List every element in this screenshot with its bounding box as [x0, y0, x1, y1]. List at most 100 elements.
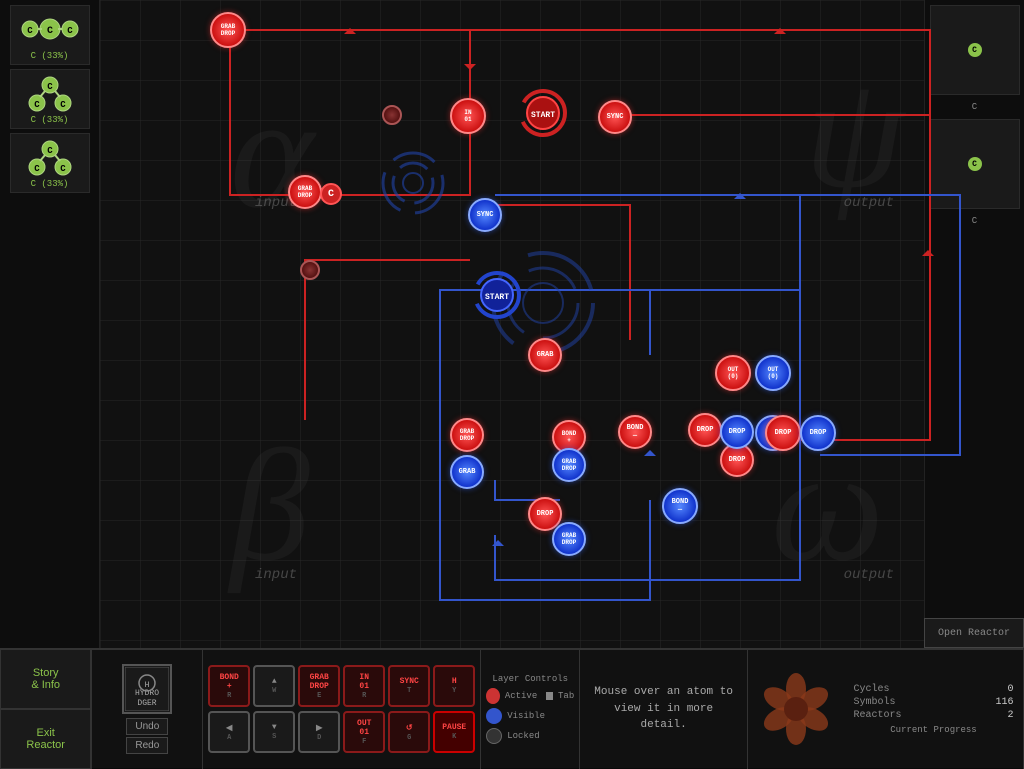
tool-sync[interactable]: SYNCT [388, 665, 430, 707]
tool-in-01[interactable]: IN01R [343, 665, 385, 707]
svg-text:C: C [47, 82, 53, 92]
left-control-panel: Story& Info ExitReactor [0, 649, 92, 769]
node-sensor-2[interactable] [300, 260, 320, 280]
tool-h[interactable]: HY [433, 665, 475, 707]
svg-text:C: C [60, 164, 66, 174]
reactors-label: Reactors [854, 710, 902, 721]
exit-reactor-button[interactable]: ExitReactor [0, 709, 91, 769]
cycles-label: Cycles [854, 684, 890, 695]
layer-controls-title: Layer Controls [492, 674, 568, 684]
stat-symbols: Symbols 116 [854, 697, 1014, 708]
tool-nav-up[interactable]: ▲W [253, 665, 295, 707]
node-grab-blue[interactable]: GRAB [450, 455, 484, 489]
molecule-label-2: C (33%) [31, 115, 69, 125]
output-label-top: C [925, 100, 1024, 114]
layer-row-active: Active Tab [486, 688, 574, 704]
layer-dot-blue [486, 708, 502, 724]
svg-text:C: C [46, 26, 52, 37]
tool-nav-right[interactable]: ▶D [298, 711, 340, 753]
symbols-value: 116 [995, 697, 1013, 708]
svg-text:C: C [34, 164, 40, 174]
open-reactor-button[interactable]: Open Reactor [924, 618, 1024, 648]
reactor-flower-icon [756, 669, 836, 749]
svg-text:C: C [60, 100, 66, 110]
layer-row-visible: Visible [486, 708, 574, 724]
alpha-watermark: α [230, 60, 314, 245]
output-preview-bottom[interactable]: C [930, 119, 1020, 209]
layer-visible-label: Visible [507, 711, 545, 721]
molecule-preview-3[interactable]: C C C C (33%) [10, 133, 90, 193]
layer-dot-red [486, 688, 500, 704]
node-drop-far-right[interactable]: DROP [765, 415, 801, 451]
hydrodger-panel: HYDRO DGER H Undo Redo [92, 649, 203, 769]
cycles-value: 0 [1007, 684, 1013, 695]
tool-nav-left[interactable]: ◀A [208, 711, 250, 753]
svg-text:START: START [531, 111, 555, 120]
layer-tab-indicator [546, 692, 553, 700]
node-sync-blue-1[interactable]: SYNC [468, 198, 502, 232]
node-start-blue[interactable]: START [472, 270, 522, 325]
omega-output-label: output [844, 567, 894, 583]
node-sensor-1[interactable] [382, 105, 402, 125]
node-start-red[interactable]: START [518, 88, 568, 143]
stat-cycles: Cycles 0 [854, 684, 1014, 695]
svg-text:C: C [34, 100, 40, 110]
layer-row-locked: Locked [486, 728, 574, 744]
layer-active-label: Active [505, 691, 537, 701]
atom-c-red: C [320, 183, 342, 205]
node-in-01-red[interactable]: IN01 [450, 98, 486, 134]
undo-button[interactable]: Undo [126, 718, 168, 735]
svg-text:DGER: DGER [138, 699, 157, 708]
svg-text:C: C [47, 146, 53, 156]
current-progress-label: Current Progress [890, 725, 976, 735]
node-grab-drop-3[interactable]: GRABDROP [450, 418, 484, 452]
psi-output-label: output [844, 195, 894, 211]
node-sync-red[interactable]: SYNC [598, 100, 632, 134]
tool-bond-plus[interactable]: BOND+R [208, 665, 250, 707]
symbols-label: Symbols [854, 697, 896, 708]
layer-tab-label: Tab [558, 691, 574, 701]
beta-input-label: input [255, 567, 297, 583]
svg-text:START: START [485, 293, 509, 302]
molecule-preview-2[interactable]: C C C C (33%) [10, 69, 90, 129]
molecule-sidebar: C C C C (33%) C C C C (33%) C C [0, 0, 100, 648]
tool-row-top: BOND+R ▲W GRABDROPE IN01R SYNCT HY [208, 665, 475, 707]
node-bond-blue[interactable]: BOND— [662, 488, 698, 524]
molecule-preview-1[interactable]: C C C C (33%) [10, 5, 90, 65]
svg-text:H: H [145, 681, 150, 690]
node-out-red-1[interactable]: OUT(0) [715, 355, 751, 391]
tool-rotate[interactable]: ↺G [388, 711, 430, 753]
layer-dot-locked [486, 728, 502, 744]
node-grab-drop-blue[interactable]: GRABDROP [552, 448, 586, 482]
node-drop-blue-far[interactable]: DROP [800, 415, 836, 451]
svg-text:C: C [67, 26, 73, 36]
tool-button-panel: BOND+R ▲W GRABDROPE IN01R SYNCT HY ◀A ▼S… [203, 649, 480, 769]
layer-locked-label: Locked [507, 731, 539, 741]
node-grab-drop-blue-2[interactable]: GRABDROP [552, 522, 586, 556]
node-drop-right-1[interactable]: DROP [688, 413, 722, 447]
tool-row-bottom: ◀A ▼S ▶D OUT01F ↺G PAUSEK [208, 711, 475, 753]
node-bond-minus[interactable]: BOND— [618, 415, 652, 449]
tool-grab-drop[interactable]: GRABDROPE [298, 665, 340, 707]
node-drop-blue[interactable]: DROP [720, 415, 754, 449]
undo-redo-panel: Undo Redo [126, 718, 168, 754]
layer-controls-panel: Layer Controls Active Tab Visible Locked [480, 649, 580, 769]
tool-pause[interactable]: PAUSEK [433, 711, 475, 753]
story-info-button[interactable]: Story& Info [0, 649, 91, 709]
atom-info-text: Mouse over an atom to view it in more de… [590, 684, 737, 734]
blue-waldo-spiral [378, 148, 448, 223]
hydrodger-badge: HYDRO DGER H [122, 664, 172, 714]
output-preview-top[interactable]: C [930, 5, 1020, 95]
node-grab-drop-1[interactable]: GRABDROP [210, 12, 246, 48]
reactor-canvas[interactable]: α ψ β ω input output input output [100, 0, 1024, 648]
node-grab-drop-red-2[interactable]: GRABDROP [288, 175, 322, 209]
output-panel: C C C C Open Reactor [924, 0, 1024, 648]
tool-out-01[interactable]: OUT01F [343, 711, 385, 753]
redo-button[interactable]: Redo [126, 737, 168, 754]
node-grab-red[interactable]: GRAB [528, 338, 562, 372]
node-out-blue-1[interactable]: OUT(0) [755, 355, 791, 391]
stats-panel: Cycles 0 Symbols 116 Reactors 2 Current … [844, 649, 1024, 769]
stats-container: Cycles 0 Symbols 116 Reactors 2 Current … [748, 649, 1024, 769]
output-label-bottom: C [925, 214, 1024, 228]
tool-nav-down[interactable]: ▼S [253, 711, 295, 753]
